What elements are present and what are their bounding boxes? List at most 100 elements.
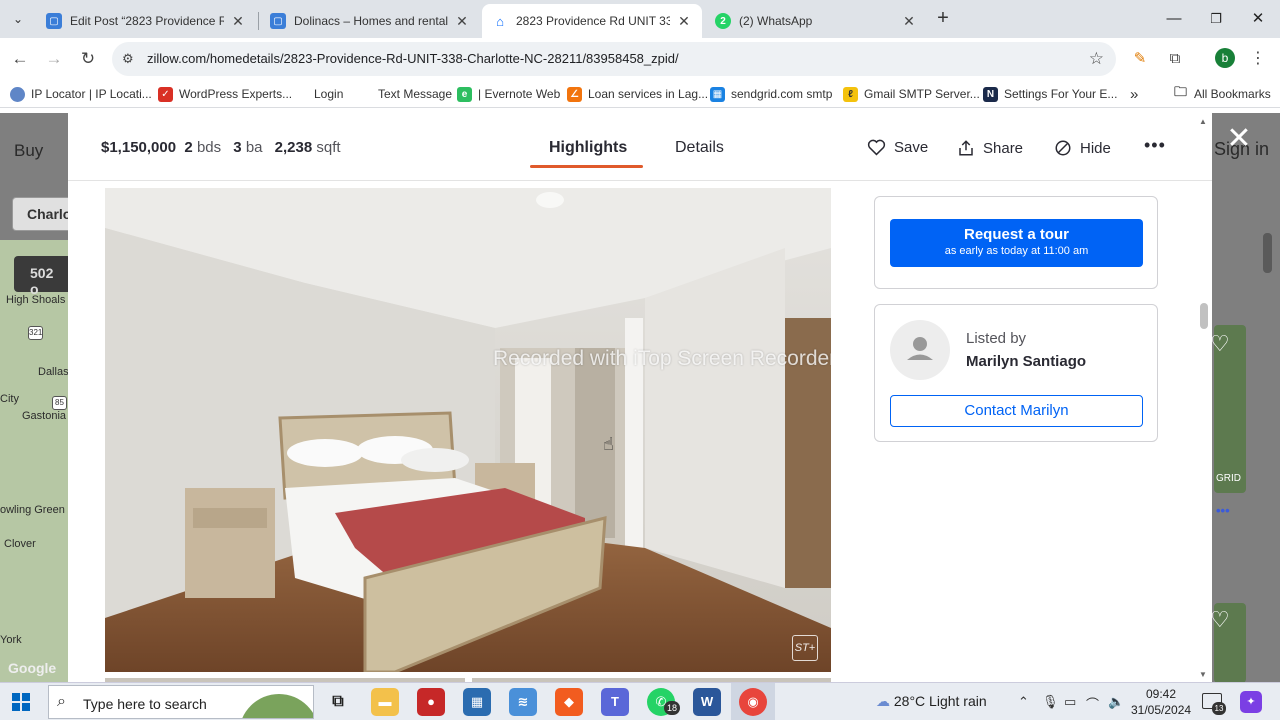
nav-buy: Buy: [14, 141, 44, 160]
close-modal-icon[interactable]: ✕: [1224, 124, 1254, 154]
save-button[interactable]: Save: [867, 139, 928, 156]
address-bar[interactable]: ⚙ zillow.com/homedetails/2823-Providence…: [112, 42, 1116, 76]
weather-widget[interactable]: ☁ 28°C Light rain: [876, 693, 987, 710]
tab-close-icon[interactable]: ✕: [230, 13, 246, 30]
microphone-icon[interactable]: 🎙: [1042, 694, 1059, 710]
beds-unit: bds: [196, 139, 222, 156]
blank-page-icon: [357, 86, 372, 102]
listing-photo[interactable]: Recorded with iTop Screen Recorder ST+ ☝: [105, 188, 831, 672]
profile-avatar[interactable]: b: [1215, 48, 1235, 68]
bookmark-evernote[interactable]: e | Evernote Web: [457, 85, 560, 103]
tab-close-icon[interactable]: ✕: [901, 13, 917, 30]
bookmark-sendgrid[interactable]: ▦ sendgrid.com smtp: [710, 85, 832, 103]
all-bookmarks[interactable]: 🗀 All Bookmarks: [1173, 84, 1271, 103]
share-icon: [959, 140, 973, 156]
more-bookmarks-chevron-icon[interactable]: »: [1130, 85, 1138, 103]
app-icon[interactable]: ≋: [509, 688, 537, 716]
tab-highlights[interactable]: Highlights: [549, 139, 627, 157]
page-scrollbar[interactable]: [1263, 233, 1272, 273]
tab-separator: [258, 12, 259, 30]
site-info-icon[interactable]: ⚙: [122, 51, 134, 67]
tab-close-icon[interactable]: ✕: [454, 13, 470, 30]
map-label: City: [0, 393, 19, 405]
tab-search-chevron-icon[interactable]: ⌄: [6, 7, 30, 31]
new-tab-button[interactable]: +: [932, 8, 954, 30]
browser-menu-icon[interactable]: ⋮: [1250, 48, 1266, 68]
windows-taskbar: ⌕ Type here to search ⧉ ▬ ● ▦ ≋ ◆ T ✆ 18…: [0, 682, 1280, 720]
wp-experts-icon: ✓: [158, 86, 173, 102]
extensions-puzzle-icon[interactable]: ⧉: [1165, 49, 1185, 69]
volume-icon[interactable]: 🔈: [1108, 694, 1124, 710]
battery-icon[interactable]: ▭: [1064, 694, 1076, 710]
file-explorer-icon[interactable]: ▬: [371, 688, 399, 716]
tab-zillow-active[interactable]: ⌂ 2823 Providence Rd UNIT 338, C ✕: [482, 4, 702, 38]
tab-close-icon[interactable]: ✕: [676, 13, 692, 30]
map: High Shoals 321 Dallas City 85 Gastonia …: [0, 240, 69, 682]
screen: ⌄ ▢ Edit Post “2823 Providence Rd U ✕ ▢ …: [0, 0, 1280, 720]
tab-edit-post[interactable]: ▢ Edit Post “2823 Providence Rd U ✕: [36, 4, 256, 38]
bookmark-text-message[interactable]: Text Message: [357, 85, 452, 103]
tab-whatsapp[interactable]: 2 (2) WhatsApp ✕: [705, 4, 927, 38]
bookmark-loan-services[interactable]: ∠ Loan services in Lag...: [567, 85, 708, 103]
clock-time: 09:42: [1145, 687, 1177, 701]
taskbar-search-box[interactable]: ⌕ Type here to search: [48, 685, 314, 719]
agent-card: Listed by Marilyn Santiago Contact Maril…: [874, 304, 1158, 442]
whatsapp-favicon-icon: 2: [715, 13, 731, 29]
clock-date: 31/05/2024: [1131, 703, 1192, 717]
copilot-icon[interactable]: ✦: [1240, 691, 1262, 713]
bookmark-star-icon[interactable]: ☆: [1089, 49, 1104, 69]
request-tour-button[interactable]: Request a tour as early as today at 11:0…: [890, 219, 1143, 267]
agent-avatar: [890, 320, 950, 380]
bookmark-label: sendgrid.com smtp: [731, 87, 833, 101]
chrome-icon[interactable]: ◉: [739, 688, 767, 716]
teams-icon[interactable]: T: [601, 688, 629, 716]
highway-shield: 85: [52, 396, 67, 410]
more-dots-icon: •••: [1216, 503, 1230, 518]
bookmark-label: WordPress Experts...: [179, 87, 293, 101]
tab-title: (2) WhatsApp: [739, 14, 813, 28]
listed-by-label: Listed by: [966, 330, 1027, 347]
bookmark-wordpress-experts[interactable]: ✓ WordPress Experts...: [158, 85, 292, 103]
bookmark-login[interactable]: Login: [293, 85, 343, 103]
reload-button[interactable]: ↻: [76, 47, 100, 71]
modal-scrollbar-thumb[interactable]: [1200, 303, 1208, 329]
more-options-icon[interactable]: •••: [1144, 135, 1166, 156]
hide-button[interactable]: Hide: [1054, 139, 1111, 157]
bookmark-settings[interactable]: N Settings For Your E...: [983, 85, 1117, 103]
bookmark-ip-locator[interactable]: IP Locator | IP Locati...: [10, 85, 152, 103]
listing-card-thumb: ♡ GRID: [1210, 325, 1246, 493]
loan-icon: ∠: [567, 86, 582, 102]
clock[interactable]: 09:42 31/05/2024: [1131, 686, 1191, 718]
screen-recorder-icon[interactable]: ●: [417, 688, 445, 716]
contact-agent-button[interactable]: Contact Marilyn: [890, 395, 1143, 427]
bookmark-label: Settings For Your E...: [1004, 87, 1118, 101]
whatsapp-badge: 18: [664, 701, 680, 715]
modal-header: $1,150,000 2 bds 3 ba 2,238 sqft Highlig…: [68, 113, 1212, 181]
maximize-button[interactable]: ❐: [1194, 6, 1238, 32]
wifi-icon[interactable]: ⌒: [1086, 694, 1099, 713]
extension-icon[interactable]: ✎: [1130, 49, 1150, 69]
hide-icon: [1055, 140, 1071, 156]
word-icon[interactable]: W: [693, 688, 721, 716]
results-count-badge: 502 o: [14, 256, 74, 297]
heart-icon: ♡: [1210, 607, 1230, 632]
tab-dolinacs[interactable]: ▢ Dolinacs – Homes and rentals ✕: [260, 4, 480, 38]
show-hidden-icons-chevron-icon[interactable]: ⌃: [1018, 694, 1029, 710]
url-text[interactable]: zillow.com/homedetails/2823-Providence-R…: [147, 51, 679, 66]
close-window-button[interactable]: ✕: [1236, 6, 1280, 32]
globe-icon: [10, 86, 25, 102]
scroll-up-arrow-icon[interactable]: ▲: [1199, 117, 1207, 126]
listing-card-thumb: ♡: [1210, 603, 1246, 682]
start-button[interactable]: [12, 693, 30, 711]
tab-details[interactable]: Details: [675, 139, 724, 157]
bookmark-gmail-smtp[interactable]: ℓ Gmail SMTP Server...: [843, 85, 980, 103]
brave-browser-icon[interactable]: ◆: [555, 688, 583, 716]
minimize-button[interactable]: —: [1152, 6, 1196, 32]
back-button[interactable]: ←: [8, 47, 32, 71]
store-icon[interactable]: ▦: [463, 688, 491, 716]
bookmark-label: Gmail SMTP Server...: [864, 87, 980, 101]
forward-button[interactable]: →: [42, 47, 66, 71]
share-button[interactable]: Share: [957, 139, 1023, 157]
scroll-down-arrow-icon[interactable]: ▼: [1199, 670, 1207, 679]
task-view-icon[interactable]: ⧉: [324, 688, 352, 716]
